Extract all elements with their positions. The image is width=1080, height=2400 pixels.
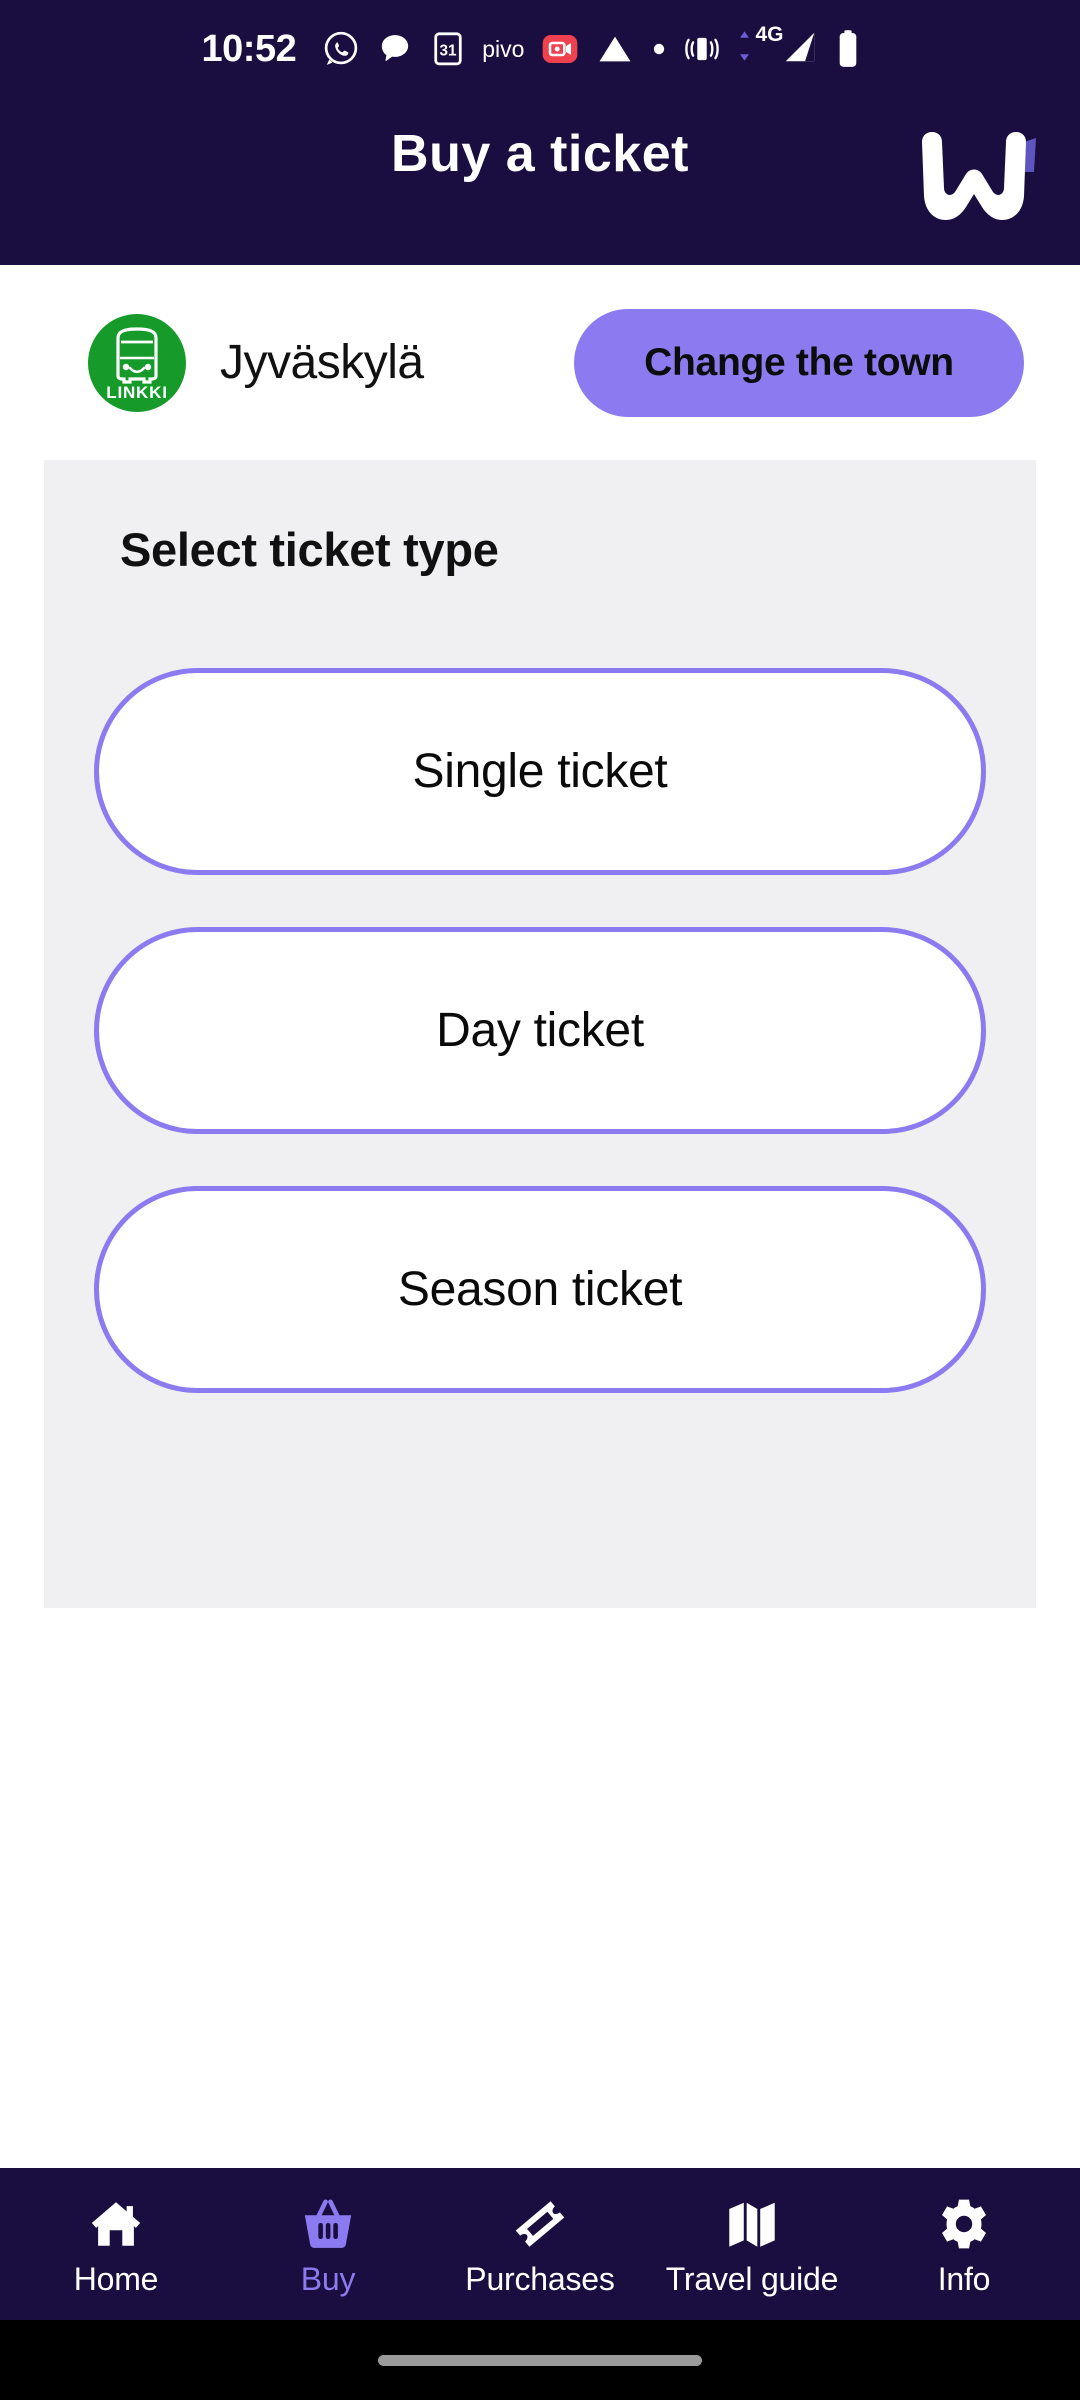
home-gesture-pill[interactable]	[378, 2354, 702, 2366]
content-spacer	[0, 1608, 1080, 2168]
nav-label-purchases: Purchases	[465, 2261, 615, 2297]
bottom-navigation-bar: Home Buy Purchases Travel guide Info	[0, 2168, 1080, 2320]
app-header: 10:52 31 pivo 4G Buy a ticket	[0, 0, 1080, 265]
pivo-icon: pivo	[482, 35, 525, 62]
waltti-w-logo	[902, 110, 1052, 230]
basket-icon	[298, 2193, 358, 2255]
messages-icon	[376, 28, 414, 70]
app-screen: 10:52 31 pivo 4G Buy a ticket LINKKI Jyv…	[0, 0, 1080, 2400]
ticket-option-season[interactable]: Season ticket	[94, 1186, 986, 1393]
nav-item-travel-guide[interactable]: Travel guide	[652, 2193, 852, 2295]
svg-text:31: 31	[440, 43, 458, 60]
nav-label-info: Info	[937, 2261, 991, 2297]
gear-icon	[934, 2193, 994, 2255]
select-ticket-type-card: Select ticket type Single ticket Day tic…	[44, 460, 1036, 1608]
ticket-option-single[interactable]: Single ticket	[94, 668, 986, 875]
nav-item-purchases[interactable]: Purchases	[440, 2193, 640, 2295]
battery-icon	[836, 28, 860, 70]
network-type-label: 4G	[755, 23, 784, 46]
whatsapp-icon	[322, 28, 360, 70]
ticket-icon	[510, 2193, 570, 2255]
signal-4g-icon: 4G	[736, 24, 820, 70]
select-ticket-type-heading: Select ticket type	[120, 523, 499, 576]
vibrate-icon	[684, 28, 720, 70]
ticket-option-day[interactable]: Day ticket	[94, 927, 986, 1134]
system-gesture-area	[0, 2320, 1080, 2400]
city-selector-row: LINKKI Jyväskylä Change the town	[0, 265, 1080, 460]
nav-label-travel-guide: Travel guide	[665, 2261, 839, 2297]
ticket-type-list: Single ticket Day ticket Season ticket	[94, 668, 986, 1393]
nav-item-home[interactable]: Home	[16, 2193, 216, 2295]
nav-label-home: Home	[73, 2261, 159, 2297]
dot-icon	[650, 28, 668, 70]
nav-item-info[interactable]: Info	[864, 2193, 1064, 2295]
calendar-31-icon: 31	[430, 28, 466, 70]
selected-city-label: Jyväskylä	[220, 336, 424, 389]
app-bar: Buy a ticket	[0, 98, 1080, 265]
status-bar: 10:52 31 pivo 4G	[0, 0, 1080, 98]
nav-label-buy: Buy	[300, 2261, 356, 2297]
linkki-operator-logo: LINKKI	[88, 313, 186, 412]
map-icon	[722, 2193, 782, 2255]
home-icon	[86, 2193, 146, 2255]
change-town-button[interactable]: Change the town	[574, 308, 1024, 417]
linkki-badge-label: LINKKI	[106, 382, 168, 402]
screen-recorder-icon	[540, 28, 580, 70]
status-bar-clock: 10:52	[201, 27, 297, 70]
triangle-icon	[596, 28, 634, 70]
nav-item-buy[interactable]: Buy	[228, 2193, 428, 2295]
